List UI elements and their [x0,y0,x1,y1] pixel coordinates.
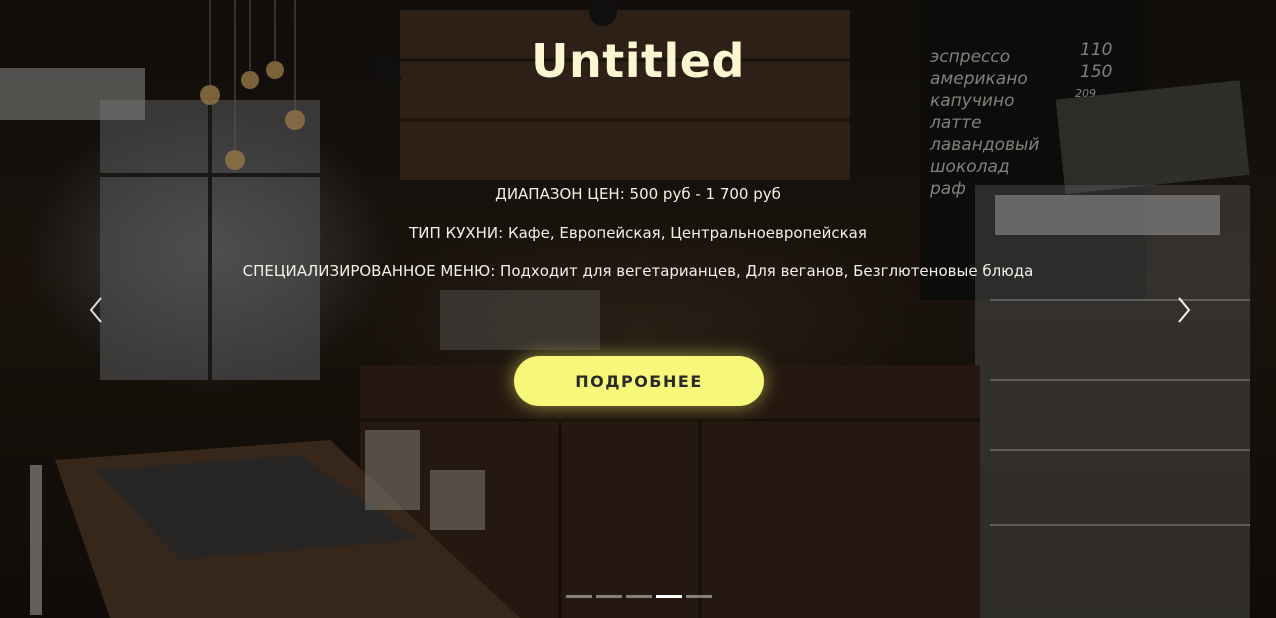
chevron-left-icon [89,297,102,323]
cuisine-type-text: ТИП КУХНИ: Кафе, Европейская, Центрально… [409,224,867,242]
details-button[interactable]: ПОДРОБНЕЕ [514,356,764,406]
carousel-dot[interactable] [626,595,652,598]
special-menu-text: СПЕЦИАЛИЗИРОВАННОЕ МЕНЮ: Подходит для ве… [242,262,1034,280]
chevron-right-icon [1178,297,1191,323]
carousel-indicators [566,595,712,598]
carousel-dot[interactable] [566,595,592,598]
carousel-dot[interactable] [686,595,712,598]
carousel-next-button[interactable] [1168,292,1198,328]
carousel-prev-button[interactable] [82,292,112,328]
carousel-dot[interactable] [596,595,622,598]
restaurant-title: Untitled [531,34,745,88]
hero-banner: эспрессо американо капучино латте лаванд… [0,0,1276,618]
price-range-text: ДИАПАЗОН ЦЕН: 500 руб - 1 700 руб [495,185,781,203]
hero-content: Untitled ДИАПАЗОН ЦЕН: 500 руб - 1 700 р… [0,0,1276,618]
carousel-dot[interactable] [656,595,682,598]
